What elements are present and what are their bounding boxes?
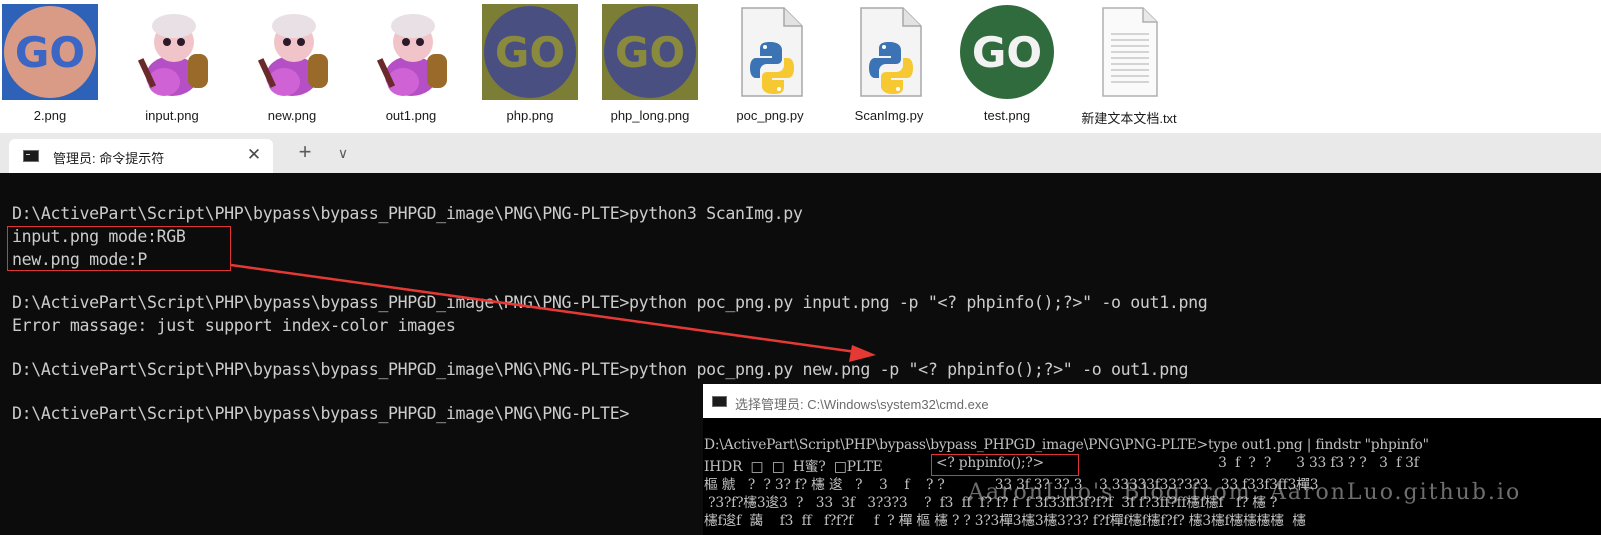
text-file-icon bbox=[1081, 4, 1177, 100]
go-logo-icon: GO bbox=[2, 4, 98, 100]
inner-line: 櫶f逡f 藹 f3 ff f?f?f f ? 樿 樞 櫶 ? ? 3?3樿3櫶3… bbox=[704, 513, 1306, 529]
terminal-line: Error massage: just support index-color … bbox=[12, 316, 456, 335]
cmd-icon bbox=[712, 396, 727, 407]
inner-line: 3 f ? ? 3 33 f3 ? ? 3 f 3f bbox=[1193, 455, 1419, 471]
file-item-new-png[interactable]: new.png bbox=[232, 0, 352, 133]
inner-line: D:\ActivePart\Script\PHP\bypass\bypass_P… bbox=[704, 437, 1429, 453]
go-logo-icon: GO bbox=[959, 4, 1055, 100]
character-image-icon bbox=[124, 4, 220, 100]
highlight-box bbox=[7, 226, 231, 271]
file-item-php-png[interactable]: GO php.png bbox=[470, 0, 590, 133]
terminal-line: D:\ActivePart\Script\PHP\bypass\bypass_P… bbox=[12, 360, 1189, 379]
file-item-scanimg-py[interactable]: ScanImg.py bbox=[829, 0, 949, 133]
tab-admin-cmd[interactable]: 管理员: 命令提示符 ✕ bbox=[9, 139, 273, 173]
new-tab-button[interactable]: + bbox=[292, 141, 318, 165]
thumb-text: GO bbox=[615, 28, 685, 77]
python-file-icon bbox=[841, 4, 937, 100]
close-icon[interactable]: ✕ bbox=[244, 145, 264, 165]
file-name: poc_png.py bbox=[736, 108, 804, 123]
inner-window-title: 选择管理员: C:\Windows\system32\cmd.exe bbox=[735, 397, 989, 412]
file-name: php.png bbox=[506, 108, 554, 123]
watermark: AaronLuo's Blog from: AaronLuo.github.io bbox=[968, 480, 1522, 505]
file-name: new.png bbox=[267, 108, 317, 123]
terminal-line: D:\ActivePart\Script\PHP\bypass\bypass_P… bbox=[12, 204, 803, 223]
file-name: test.png bbox=[983, 108, 1031, 123]
highlight-box bbox=[931, 454, 1079, 476]
go-logo-icon: GO bbox=[602, 4, 698, 100]
character-image-icon bbox=[244, 4, 340, 100]
file-name: ScanImg.py bbox=[854, 108, 924, 123]
file-name: out1.png bbox=[385, 108, 437, 123]
file-item-new-text-document[interactable]: 新建文本文档.txt bbox=[1069, 0, 1189, 133]
go-logo-icon: GO bbox=[482, 4, 578, 100]
chevron-down-icon[interactable]: ∨ bbox=[330, 141, 356, 165]
inner-cmd-window[interactable]: 选择管理员: C:\Windows\system32\cmd.exe D:\Ac… bbox=[703, 384, 1601, 535]
tab-bar: 管理员: 命令提示符 ✕ + ∨ bbox=[0, 133, 1601, 173]
file-item-out1-png[interactable]: out1.png bbox=[351, 0, 471, 133]
inner-line: IHDR □ □ H蜜? □PLTE bbox=[704, 459, 883, 475]
file-item-input-png[interactable]: input.png bbox=[112, 0, 232, 133]
file-name: 2.png bbox=[33, 108, 67, 123]
file-item-poc-png-py[interactable]: poc_png.py bbox=[710, 0, 830, 133]
tab-title: 管理员: 命令提示符 bbox=[53, 151, 165, 166]
thumb-text: GO bbox=[15, 28, 85, 77]
file-name: php_long.png bbox=[610, 108, 690, 123]
file-name: input.png bbox=[145, 108, 199, 123]
inner-title-bar: 选择管理员: C:\Windows\system32\cmd.exe bbox=[703, 384, 1601, 418]
file-item-2-png[interactable]: GO 2.png bbox=[0, 0, 110, 133]
file-name: 新建文本文档.txt bbox=[1081, 111, 1177, 126]
thumb-text: GO bbox=[495, 28, 565, 77]
file-explorer: GO 2.png input.png new.png out1.png GO p… bbox=[0, 0, 1601, 133]
character-image-icon bbox=[363, 4, 459, 100]
file-item-php-long-png[interactable]: GO php_long.png bbox=[590, 0, 710, 133]
terminal-line: D:\ActivePart\Script\PHP\bypass\bypass_P… bbox=[12, 293, 1208, 312]
python-file-icon bbox=[722, 4, 818, 100]
cmd-icon bbox=[23, 150, 39, 162]
file-item-test-png[interactable]: GO test.png bbox=[947, 0, 1067, 133]
terminal-line: D:\ActivePart\Script\PHP\bypass\bypass_P… bbox=[12, 404, 629, 423]
thumb-text: GO bbox=[972, 28, 1042, 77]
